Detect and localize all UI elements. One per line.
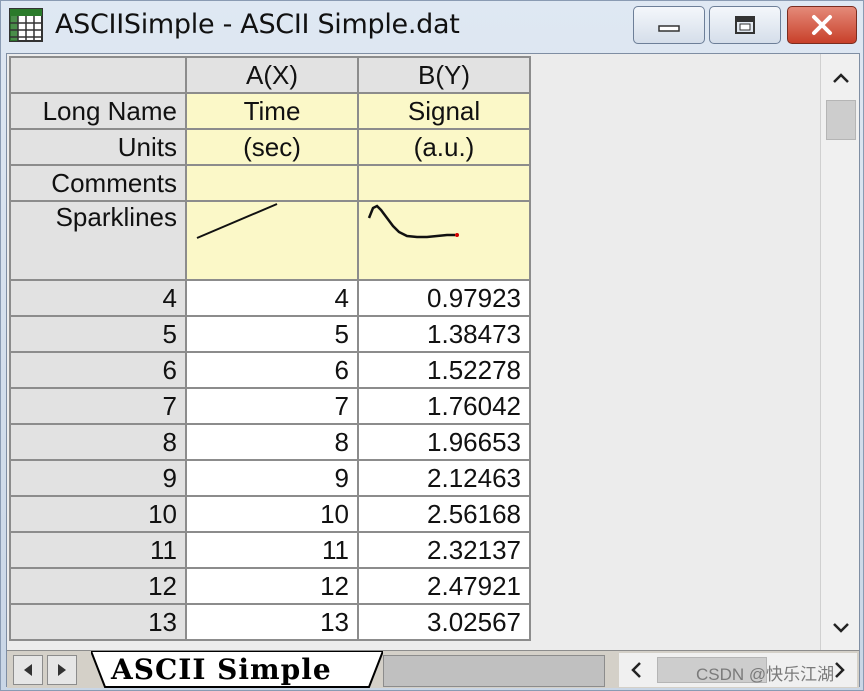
worksheet-grid[interactable]: A(X) B(Y) Long Name Time Signal Units (s… <box>7 54 820 650</box>
column-header-b[interactable]: B(Y) <box>357 56 531 94</box>
sparkline-b[interactable] <box>357 200 531 281</box>
sparkline-b-graph <box>367 204 459 239</box>
row-header[interactable]: 8 <box>9 423 187 461</box>
cell-a[interactable]: 7 <box>185 387 359 425</box>
vertical-scrollbar[interactable] <box>820 54 859 650</box>
row-header[interactable]: 13 <box>9 603 187 641</box>
close-icon <box>812 15 832 35</box>
cell-a[interactable]: 6 <box>185 351 359 389</box>
cell-a[interactable]: 13 <box>185 603 359 641</box>
column-header-a[interactable]: A(X) <box>185 56 359 94</box>
row-header[interactable]: 10 <box>9 495 187 533</box>
cell-a[interactable]: 9 <box>185 459 359 497</box>
cell-b[interactable]: 0.97923 <box>357 279 531 317</box>
watermark-text: CSDN @快乐江湖 <box>696 665 835 684</box>
comments-row: Comments <box>9 164 531 202</box>
table-row: 6 6 1.52278 <box>9 351 531 389</box>
sparkline-end-marker <box>455 233 459 237</box>
worksheet-table: A(X) B(Y) Long Name Time Signal Units (s… <box>9 56 531 641</box>
chevron-left-icon <box>631 662 641 678</box>
chevron-down-icon <box>832 623 849 633</box>
row-label-sparklines[interactable]: Sparklines <box>9 200 187 281</box>
worksheet-window: ASCIISimple - ASCII Simple.dat A(X) B(Y)… <box>0 0 864 691</box>
triangle-left-icon <box>24 664 32 676</box>
cell-b[interactable]: 2.56168 <box>357 495 531 533</box>
cell-a[interactable]: 8 <box>185 423 359 461</box>
sheet-tab-ascii-simple[interactable]: ASCII Simple <box>111 653 332 686</box>
table-row: 11 11 2.32137 <box>9 531 531 569</box>
tab-bar-empty-area <box>383 655 605 687</box>
close-button[interactable] <box>787 6 857 44</box>
worksheet-client-area: A(X) B(Y) Long Name Time Signal Units (s… <box>6 53 860 688</box>
long-name-a[interactable]: Time <box>185 92 359 130</box>
cell-a[interactable]: 12 <box>185 567 359 605</box>
comments-a[interactable] <box>185 164 359 202</box>
chevron-up-icon <box>832 73 849 83</box>
long-name-row: Long Name Time Signal <box>9 92 531 130</box>
cell-b[interactable]: 1.96653 <box>357 423 531 461</box>
row-header[interactable]: 4 <box>9 279 187 317</box>
table-row: 8 8 1.96653 <box>9 423 531 461</box>
maximize-icon <box>735 16 755 34</box>
triangle-right-icon <box>58 664 66 676</box>
maximize-button[interactable] <box>709 6 781 44</box>
vertical-scroll-thumb[interactable] <box>826 100 856 140</box>
cell-a[interactable]: 4 <box>185 279 359 317</box>
cell-b[interactable]: 2.32137 <box>357 531 531 569</box>
cell-b[interactable]: 1.76042 <box>357 387 531 425</box>
cell-b[interactable]: 2.47921 <box>357 567 531 605</box>
select-all-corner[interactable] <box>9 56 187 94</box>
table-row: 7 7 1.76042 <box>9 387 531 425</box>
row-label-comments[interactable]: Comments <box>9 164 187 202</box>
scroll-up-button[interactable] <box>821 58 860 98</box>
table-row: 10 10 2.56168 <box>9 495 531 533</box>
cell-b[interactable]: 3.02567 <box>357 603 531 641</box>
row-label-units[interactable]: Units <box>9 128 187 166</box>
row-header[interactable]: 11 <box>9 531 187 569</box>
title-bar[interactable]: ASCIISimple - ASCII Simple.dat <box>1 1 863 51</box>
scroll-down-button[interactable] <box>821 608 860 648</box>
cell-a[interactable]: 10 <box>185 495 359 533</box>
units-a[interactable]: (sec) <box>185 128 359 166</box>
comments-b[interactable] <box>357 164 531 202</box>
row-header[interactable]: 7 <box>9 387 187 425</box>
column-header-row: A(X) B(Y) <box>9 56 531 94</box>
units-row: Units (sec) (a.u.) <box>9 128 531 166</box>
row-header[interactable]: 9 <box>9 459 187 497</box>
table-row: 4 4 0.97923 <box>9 279 531 317</box>
scroll-left-button[interactable] <box>619 653 653 687</box>
sparklines-row: Sparklines <box>9 200 531 281</box>
long-name-b[interactable]: Signal <box>357 92 531 130</box>
data-rows: 4 4 0.97923 5 5 1.38473 6 6 1.52278 7 7 1.76042 8 8 1.… <box>9 279 531 641</box>
cell-b[interactable]: 1.52278 <box>357 351 531 389</box>
row-label-long-name[interactable]: Long Name <box>9 92 187 130</box>
worksheet-grid-icon <box>9 8 43 42</box>
table-row: 9 9 2.12463 <box>9 459 531 497</box>
sparkline-a-graph <box>196 203 278 239</box>
table-row: 13 13 3.02567 <box>9 603 531 641</box>
table-row: 5 5 1.38473 <box>9 315 531 353</box>
previous-sheet-button[interactable] <box>13 655 43 685</box>
cell-a[interactable]: 5 <box>185 315 359 353</box>
cell-b[interactable]: 1.38473 <box>357 315 531 353</box>
row-header[interactable]: 5 <box>9 315 187 353</box>
row-header[interactable]: 6 <box>9 351 187 389</box>
cell-b[interactable]: 2.12463 <box>357 459 531 497</box>
minimize-button[interactable] <box>633 6 705 44</box>
window-title: ASCIISimple - ASCII Simple.dat <box>55 9 460 40</box>
next-sheet-button[interactable] <box>47 655 77 685</box>
chevron-right-icon <box>835 662 845 678</box>
row-header[interactable]: 12 <box>9 567 187 605</box>
cell-a[interactable]: 11 <box>185 531 359 569</box>
sparkline-a[interactable] <box>185 200 359 281</box>
units-b[interactable]: (a.u.) <box>357 128 531 166</box>
minimize-icon <box>658 25 680 32</box>
table-row: 12 12 2.47921 <box>9 567 531 605</box>
